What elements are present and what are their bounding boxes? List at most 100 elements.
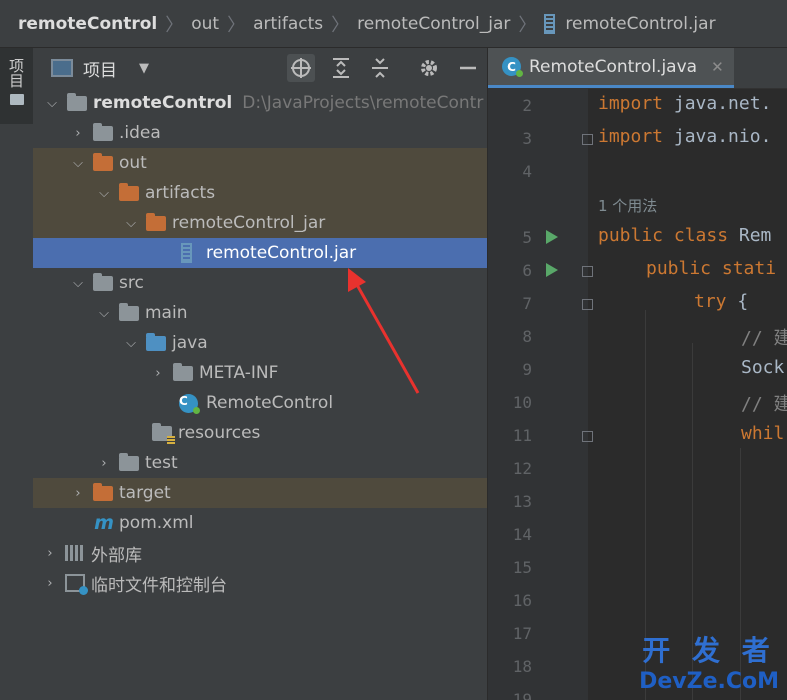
line-number: 16 xyxy=(512,591,532,610)
line-number: 6 xyxy=(522,261,532,280)
chevron-right-icon[interactable]: › xyxy=(151,366,165,381)
watermark: 开 发 者 DevZe.CoM xyxy=(639,629,779,694)
breadcrumb-item-out[interactable]: out xyxy=(191,14,219,34)
library-icon xyxy=(65,545,85,561)
watermark-line1: 开 发 者 xyxy=(642,634,776,667)
fold-icon[interactable] xyxy=(582,134,593,145)
locate-file-button[interactable] xyxy=(287,54,315,82)
settings-button[interactable] xyxy=(415,54,443,82)
chevron-right-icon[interactable]: › xyxy=(97,456,111,471)
tree-item-idea[interactable]: › .idea xyxy=(33,118,487,148)
watermark-line2: DevZe.CoM xyxy=(639,669,779,694)
code-line-11: whil xyxy=(741,423,785,444)
tree-item-main[interactable]: ⌵ main xyxy=(33,298,487,328)
tree-item-src[interactable]: ⌵ src xyxy=(33,268,487,298)
chevron-down-icon[interactable]: ⌵ xyxy=(124,336,138,351)
code-line-5: public class Rem xyxy=(598,225,771,246)
tree-item-out[interactable]: ⌵ out xyxy=(33,148,487,178)
code-keyword: public stati xyxy=(646,258,777,279)
line-number: 18 xyxy=(512,657,532,676)
tree-remote-class-label: RemoteControl xyxy=(206,393,334,413)
collapse-all-button[interactable] xyxy=(366,54,394,82)
tree-item-external-libraries[interactable]: › 外部库 xyxy=(33,538,487,568)
fold-icon[interactable] xyxy=(582,431,593,442)
tree-item-artifacts[interactable]: ⌵ artifacts xyxy=(33,178,487,208)
chevron-right-icon[interactable]: › xyxy=(43,576,57,591)
chevron-right-icon[interactable]: › xyxy=(71,126,85,141)
code-text: java.nio. xyxy=(663,126,772,147)
tree-item-pom[interactable]: m pom.xml xyxy=(33,508,487,538)
fold-icon[interactable] xyxy=(582,299,593,310)
code-line-8: // 建 xyxy=(741,328,787,349)
line-number: 14 xyxy=(512,525,532,544)
folder-icon xyxy=(93,122,113,141)
run-icon[interactable] xyxy=(546,263,558,277)
tree-item-target[interactable]: › target xyxy=(33,478,487,508)
tree-item-jar-dir[interactable]: ⌵ remoteControl_jar xyxy=(33,208,487,238)
close-icon[interactable]: ✕ xyxy=(711,58,724,76)
line-number: 5 xyxy=(522,228,532,247)
line-number: 13 xyxy=(512,492,532,511)
chevron-down-icon[interactable]: ⌵ xyxy=(97,186,111,201)
excluded-folder-icon xyxy=(146,212,166,231)
tool-window-stripe: 项目 xyxy=(0,48,34,700)
code-keyword: import xyxy=(598,93,664,114)
chevron-down-icon[interactable]: ▼ xyxy=(139,61,149,76)
chevron-right-icon[interactable]: › xyxy=(71,486,85,501)
breadcrumb-item-project[interactable]: remoteControl xyxy=(18,14,157,34)
tree-idea-label: .idea xyxy=(119,123,161,143)
excluded-folder-icon xyxy=(93,482,113,501)
chevron-right-icon: 〉 xyxy=(331,14,350,36)
tree-java-label: java xyxy=(172,333,208,353)
tree-item-remote-class[interactable]: C RemoteControl xyxy=(33,388,487,418)
code-keyword: import xyxy=(598,126,664,147)
usage-hint[interactable]: 1 个用法 xyxy=(598,195,657,216)
expand-all-icon xyxy=(333,58,349,78)
tree-item-jar-file[interactable]: remoteControl.jar xyxy=(33,238,487,268)
tree-item-java[interactable]: ⌵ java xyxy=(33,328,487,358)
tree-item-test[interactable]: › test xyxy=(33,448,487,478)
tree-external-libraries-label: 外部库 xyxy=(91,545,142,566)
line-number: 17 xyxy=(512,624,532,643)
tree-main-label: main xyxy=(145,303,188,323)
expand-all-button[interactable] xyxy=(327,54,355,82)
tree-artifacts-label: artifacts xyxy=(145,183,216,203)
tree-item-resources[interactable]: resources xyxy=(33,418,487,448)
gear-icon xyxy=(421,60,437,76)
chevron-down-icon[interactable]: ⌵ xyxy=(124,216,138,231)
run-icon[interactable] xyxy=(546,230,558,244)
project-tool-window-tab[interactable]: 项目 xyxy=(0,48,33,124)
editor-tab-bar: C RemoteControl.java ✕ xyxy=(488,48,787,89)
breadcrumb-item-jar-file[interactable]: remoteControl.jar xyxy=(544,13,716,34)
hide-panel-button[interactable] xyxy=(454,54,482,82)
breadcrumb-item-artifacts[interactable]: artifacts xyxy=(253,14,323,34)
code-keyword: public class xyxy=(598,225,729,246)
chevron-down-icon[interactable]: ⌵ xyxy=(71,276,85,291)
tree-item-meta-inf[interactable]: › META-INF xyxy=(33,358,487,388)
breadcrumb-item-jar-dir[interactable]: remoteControl_jar xyxy=(357,14,510,34)
code-line-7: try { xyxy=(694,291,748,312)
chevron-right-icon[interactable]: › xyxy=(43,546,57,561)
code-line-10: // 建 xyxy=(741,394,787,415)
tree-out-label: out xyxy=(119,153,147,173)
project-view-icon xyxy=(51,59,73,77)
tab-remote-control-java[interactable]: C RemoteControl.java ✕ xyxy=(488,48,734,88)
tree-item-root[interactable]: ⌵ remoteControl D:\JavaProjects\remoteCo… xyxy=(33,88,487,118)
source-folder-icon xyxy=(146,332,166,351)
fold-icon[interactable] xyxy=(582,266,593,277)
java-class-icon: C xyxy=(179,393,200,414)
tree-jar-file-label: remoteControl.jar xyxy=(206,243,357,263)
code-line-9: Sock xyxy=(741,357,785,378)
chevron-down-icon[interactable]: ⌵ xyxy=(71,156,85,171)
maven-icon: m xyxy=(94,512,114,534)
line-number: 9 xyxy=(522,360,532,379)
chevron-down-icon[interactable]: ⌵ xyxy=(45,96,59,111)
line-number: 12 xyxy=(512,459,532,478)
jar-icon xyxy=(544,13,556,34)
tree-item-scratches[interactable]: › 临时文件和控制台 xyxy=(33,568,487,598)
tree-test-label: test xyxy=(145,453,178,473)
project-view-title[interactable]: 项目 xyxy=(83,56,117,81)
folder-icon xyxy=(173,362,193,381)
chevron-down-icon[interactable]: ⌵ xyxy=(97,306,111,321)
line-number: 8 xyxy=(522,327,532,346)
